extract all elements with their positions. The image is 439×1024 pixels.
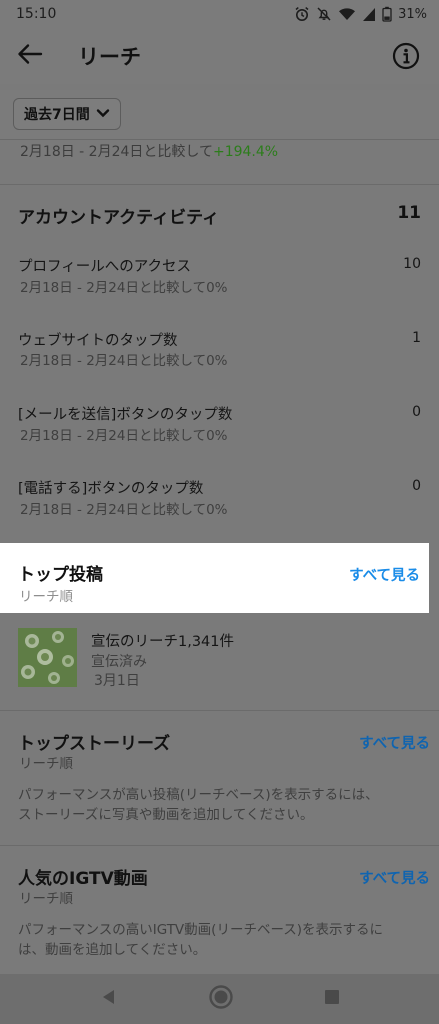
metric-comparison: 2月18日 - 2月24日と比較して0% bbox=[20, 280, 228, 296]
period-label: 過去7日間 bbox=[24, 107, 90, 123]
account-activity-total: 11 bbox=[397, 203, 421, 223]
wifi-icon bbox=[338, 6, 356, 22]
igtv-sub: リーチ順 bbox=[19, 891, 73, 907]
back-button[interactable] bbox=[2, 28, 58, 84]
system-nav-bar bbox=[0, 974, 439, 1024]
metric-value: 0 bbox=[412, 478, 421, 494]
post-date: 3月1日 bbox=[94, 673, 140, 689]
alarm-icon bbox=[294, 6, 310, 22]
comparison-text: 2月18日 - 2月24日と比較して bbox=[20, 144, 213, 160]
back-triangle-icon[interactable] bbox=[100, 988, 118, 1010]
igtv-description: パフォーマンスの高いIGTV動画(リーチベース)を表示するに は、動画を追加して… bbox=[18, 920, 418, 960]
metric-comparison: 2月18日 - 2月24日と比較して0% bbox=[20, 428, 228, 444]
metric-comparison: 2月18日 - 2月24日と比較して0% bbox=[20, 502, 228, 518]
top-stories-see-all-button[interactable]: すべて見る bbox=[359, 732, 430, 753]
battery-percent: 31% bbox=[398, 6, 427, 22]
post-thumbnail bbox=[18, 628, 77, 687]
description-line: パフォーマンスの高いIGTV動画(リーチベース)を表示するに bbox=[18, 922, 384, 938]
app-bar: リーチ bbox=[0, 28, 439, 84]
home-circle-icon[interactable] bbox=[208, 984, 234, 1014]
top-posts-see-all-button[interactable]: すべて見る bbox=[349, 564, 420, 585]
comparison-change: +194.4% bbox=[212, 144, 279, 160]
post-reach: 宣伝のリーチ1,341件 bbox=[91, 634, 235, 650]
battery-icon bbox=[382, 6, 392, 22]
reach-comparison: 2月18日 - 2月24日と比較して+194.4% bbox=[20, 141, 278, 161]
metric-value: 0 bbox=[412, 404, 421, 420]
description-line: は、動画を追加してください。 bbox=[18, 942, 207, 958]
metric-label: ウェブサイトのタップ数 bbox=[18, 333, 178, 349]
divider bbox=[0, 845, 439, 846]
divider bbox=[0, 139, 439, 140]
metric-label: プロフィールへのアクセス bbox=[18, 259, 191, 275]
divider bbox=[0, 710, 439, 711]
recents-square-icon[interactable] bbox=[324, 989, 340, 1009]
top-stories-title: トップストーリーズ bbox=[18, 734, 171, 754]
info-button[interactable] bbox=[391, 41, 421, 71]
igtv-see-all-button[interactable]: すべて見る bbox=[359, 867, 430, 888]
period-dropdown[interactable]: 過去7日間 bbox=[13, 98, 121, 130]
status-icons: 31% bbox=[294, 6, 427, 22]
top-stories-description: パフォーマンスが高い投稿(リーチベース)を表示するには、 ストーリーズに写真や動… bbox=[18, 785, 418, 825]
description-line: ストーリーズに写真や動画を追加してください。 bbox=[18, 807, 314, 823]
igtv-title: 人気のIGTV動画 bbox=[18, 869, 148, 889]
period-row: 過去7日間 bbox=[0, 90, 439, 140]
divider bbox=[0, 184, 439, 185]
top-posts-header: トップ投稿 リーチ順 すべて見る bbox=[0, 543, 429, 613]
status-bar: 15:10 31% bbox=[0, 0, 439, 28]
metric-comparison: 2月18日 - 2月24日と比較して0% bbox=[20, 353, 228, 369]
post-status: 宣伝済み bbox=[91, 654, 147, 670]
top-posts-title: トップ投稿 bbox=[18, 565, 103, 585]
arrow-left-icon bbox=[17, 43, 43, 69]
top-posts-sub: リーチ順 bbox=[19, 589, 73, 605]
signal-icon bbox=[362, 6, 376, 22]
metric-value: 10 bbox=[403, 256, 421, 272]
metric-value: 1 bbox=[412, 330, 421, 346]
mute-icon bbox=[316, 6, 332, 22]
description-line: パフォーマンスが高い投稿(リーチベース)を表示するには、 bbox=[18, 787, 379, 803]
status-time: 15:10 bbox=[16, 6, 57, 22]
metric-label: [電話する]ボタンのタップ数 bbox=[18, 481, 204, 497]
metric-label: [メールを送信]ボタンのタップ数 bbox=[18, 407, 233, 423]
info-icon bbox=[391, 42, 421, 75]
top-stories-sub: リーチ順 bbox=[19, 756, 73, 772]
chevron-down-icon bbox=[96, 106, 110, 122]
page-title: リーチ bbox=[78, 45, 141, 69]
account-activity-title: アカウントアクティビティ bbox=[18, 208, 220, 228]
